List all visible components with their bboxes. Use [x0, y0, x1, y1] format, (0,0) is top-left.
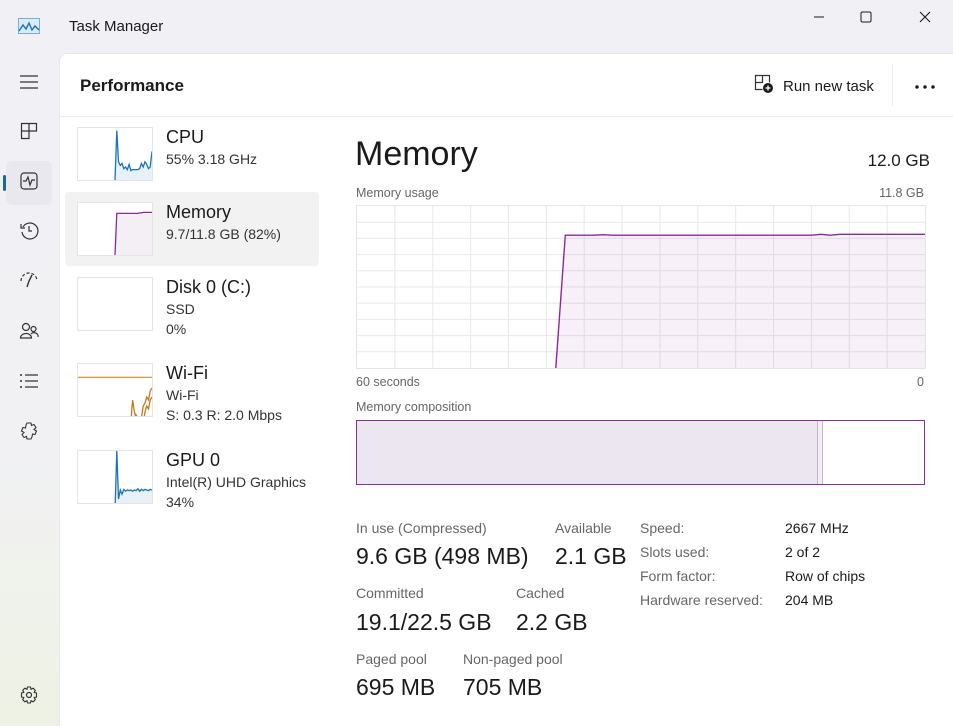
paged-pool-label: Paged pool	[356, 651, 427, 667]
page-header: Performance Run new task	[60, 54, 953, 117]
close-icon	[919, 11, 931, 23]
form-factor-value: Row of chips	[785, 568, 866, 584]
gpu-sparkline-area	[115, 451, 152, 503]
run-new-task-icon	[754, 74, 774, 98]
cpu-sparkline-area	[115, 130, 152, 180]
non-paged-pool-value: 705 MB	[463, 674, 543, 700]
details-icon	[19, 373, 39, 394]
maximize-icon	[860, 11, 872, 23]
resource-name: Memory	[166, 202, 232, 222]
resource-name: CPU	[166, 127, 205, 147]
non-paged-pool-label: Non-paged pool	[463, 651, 563, 667]
nav-item-processes[interactable]	[6, 111, 52, 155]
resource-item-gpu[interactable]: GPU 0 Intel(R) UHD Graphics 34%	[65, 440, 319, 514]
paged-pool-value: 695 MB	[356, 674, 436, 700]
memory-sparkline-area	[115, 212, 152, 255]
page-title: Performance	[80, 76, 184, 95]
resource-item-wifi[interactable]: Wi-Fi Wi-Fi S: 0.3 R: 2.0 Mbps	[65, 353, 319, 427]
composition-in-use[interactable]	[357, 421, 817, 484]
committed-label: Committed	[356, 585, 424, 601]
form-factor-label: Form factor:	[640, 568, 716, 584]
more-options-button[interactable]	[910, 74, 940, 98]
resource-item-memory[interactable]: Memory 9.7/11.8 GB (82%)	[65, 192, 319, 266]
nav-item-app-history[interactable]	[6, 211, 52, 255]
resource-name: Wi-Fi	[166, 363, 208, 383]
gpu-sparkline	[77, 450, 153, 504]
disk-sparkline	[77, 277, 153, 331]
in-use-label: In use (Compressed)	[356, 520, 487, 536]
hardware-reserved-value: 204 MB	[785, 592, 834, 608]
app-history-icon	[19, 221, 39, 246]
wifi-sparkline	[77, 363, 153, 417]
title-bar: Task Manager	[0, 0, 953, 52]
available-label: Available	[555, 520, 612, 536]
slots-value: 2 of 2	[785, 544, 821, 560]
resource-name: GPU 0	[166, 450, 221, 470]
nav-item-services[interactable]	[6, 411, 52, 455]
minimize-button[interactable]	[796, 6, 842, 28]
memory-usage-area	[555, 234, 925, 368]
committed-value: 19.1/22.5 GB	[356, 609, 492, 635]
nav-menu-button[interactable]	[6, 62, 52, 106]
resource-detail: S: 0.3 R: 2.0 Mbps	[166, 407, 282, 423]
resource-name: Disk 0 (C:)	[166, 277, 251, 297]
memory-usage-chart	[356, 205, 926, 369]
nav-item-settings[interactable]	[6, 675, 52, 719]
cached-label: Cached	[516, 585, 565, 601]
slots-label: Slots used:	[640, 544, 710, 560]
chart-axis-right: 0	[917, 375, 924, 389]
services-icon	[19, 421, 39, 446]
performance-icon	[20, 171, 38, 195]
usage-chart-max: 11.8 GB	[879, 186, 924, 200]
resource-detail: 34%	[166, 494, 195, 510]
run-new-task-label: Run new task	[783, 77, 874, 95]
close-button[interactable]	[902, 6, 948, 28]
usage-chart-label: Memory usage	[356, 186, 439, 200]
resource-detail: 55% 3.18 GHz	[166, 151, 258, 167]
nav-item-details[interactable]	[6, 361, 52, 405]
speed-value: 2667 MHz	[785, 520, 849, 536]
resource-detail: 0%	[166, 321, 187, 337]
more-options-icon	[914, 77, 936, 95]
resource-detail: SSD	[166, 301, 195, 317]
settings-icon	[19, 685, 39, 710]
in-use-value: 9.6 GB (498 MB)	[356, 543, 529, 569]
resource-detail: 9.7/11.8 GB (82%)	[166, 226, 281, 242]
available-value: 2.1 GB	[555, 543, 627, 569]
wifi-send-sparkline-line	[130, 387, 152, 416]
navigation-rail	[0, 60, 58, 725]
composition-label: Memory composition	[356, 400, 472, 414]
resource-item-disk[interactable]: Disk 0 (C:) SSD 0%	[65, 267, 319, 341]
resource-detail: Wi-Fi	[166, 387, 199, 403]
detail-title: Memory	[355, 135, 478, 173]
cached-value: 2.2 GB	[516, 609, 588, 635]
run-new-task-button[interactable]: Run new task	[754, 74, 874, 98]
hardware-reserved-label: Hardware reserved:	[640, 592, 763, 608]
header-divider	[892, 64, 893, 106]
content-pane: Performance Run new task CPU 55% 3.18 GH…	[59, 53, 953, 726]
resource-item-cpu[interactable]: CPU 55% 3.18 GHz	[65, 117, 319, 191]
nav-item-startup-apps[interactable]	[6, 261, 52, 305]
memory-composition-bar	[356, 420, 925, 485]
memory-sparkline	[77, 202, 153, 256]
nav-item-users[interactable]	[6, 311, 52, 355]
composition-modified[interactable]	[816, 421, 824, 484]
cpu-sparkline	[77, 127, 153, 181]
maximize-button[interactable]	[843, 6, 889, 28]
processes-icon	[20, 122, 38, 145]
hamburger-menu-icon	[19, 74, 39, 95]
active-indicator	[3, 175, 6, 191]
resource-detail: Intel(R) UHD Graphics	[166, 474, 307, 490]
minimize-icon	[813, 11, 825, 23]
memory-total: 12.0 GB	[867, 151, 930, 170]
nav-item-performance[interactable]	[3, 161, 52, 205]
speed-label: Speed:	[640, 520, 685, 536]
window-title: Task Manager	[69, 18, 164, 35]
task-manager-icon	[18, 18, 40, 34]
users-icon	[19, 321, 39, 346]
startup-apps-icon	[19, 271, 39, 295]
chart-axis-left: 60 seconds	[356, 375, 420, 389]
